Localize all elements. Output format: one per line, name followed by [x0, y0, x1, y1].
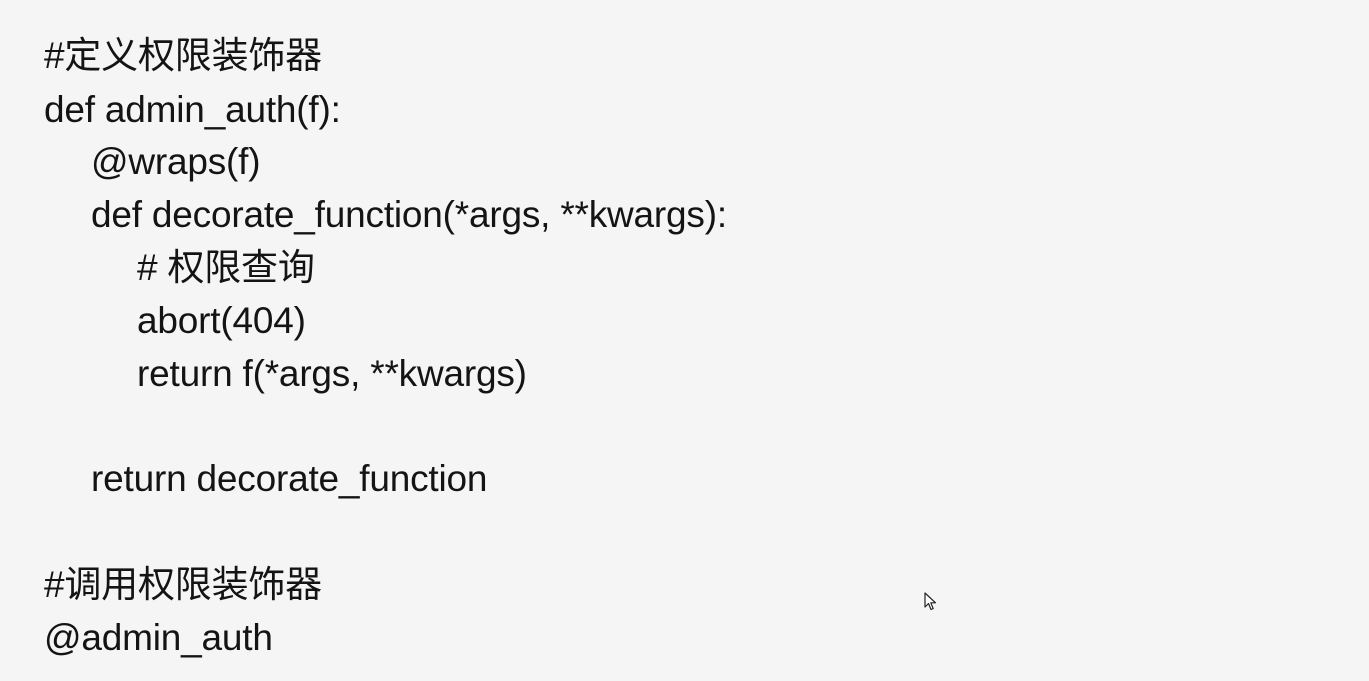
def-decorate-function: def decorate_function(*args, **kwargs):	[91, 194, 727, 235]
mouse-pointer-icon	[924, 592, 937, 611]
def-admin-auth: def admin_auth(f):	[44, 89, 341, 130]
code-slide: #定义权限装饰器 def admin_auth(f): @wraps(f) de…	[0, 0, 1369, 681]
admin-auth-decorator: @admin_auth	[44, 617, 273, 658]
abort-call: abort(404)	[137, 300, 306, 341]
comment-use-decorator: #调用权限装饰器	[44, 564, 322, 605]
wraps-decorator: @wraps(f)	[91, 141, 261, 182]
comment-define-decorator: #定义权限装饰器	[44, 35, 322, 76]
return-f-call: return f(*args, **kwargs)	[137, 353, 527, 394]
comment-permission-query: # 权限查询	[137, 247, 315, 288]
return-decorate-function: return decorate_function	[91, 458, 488, 499]
